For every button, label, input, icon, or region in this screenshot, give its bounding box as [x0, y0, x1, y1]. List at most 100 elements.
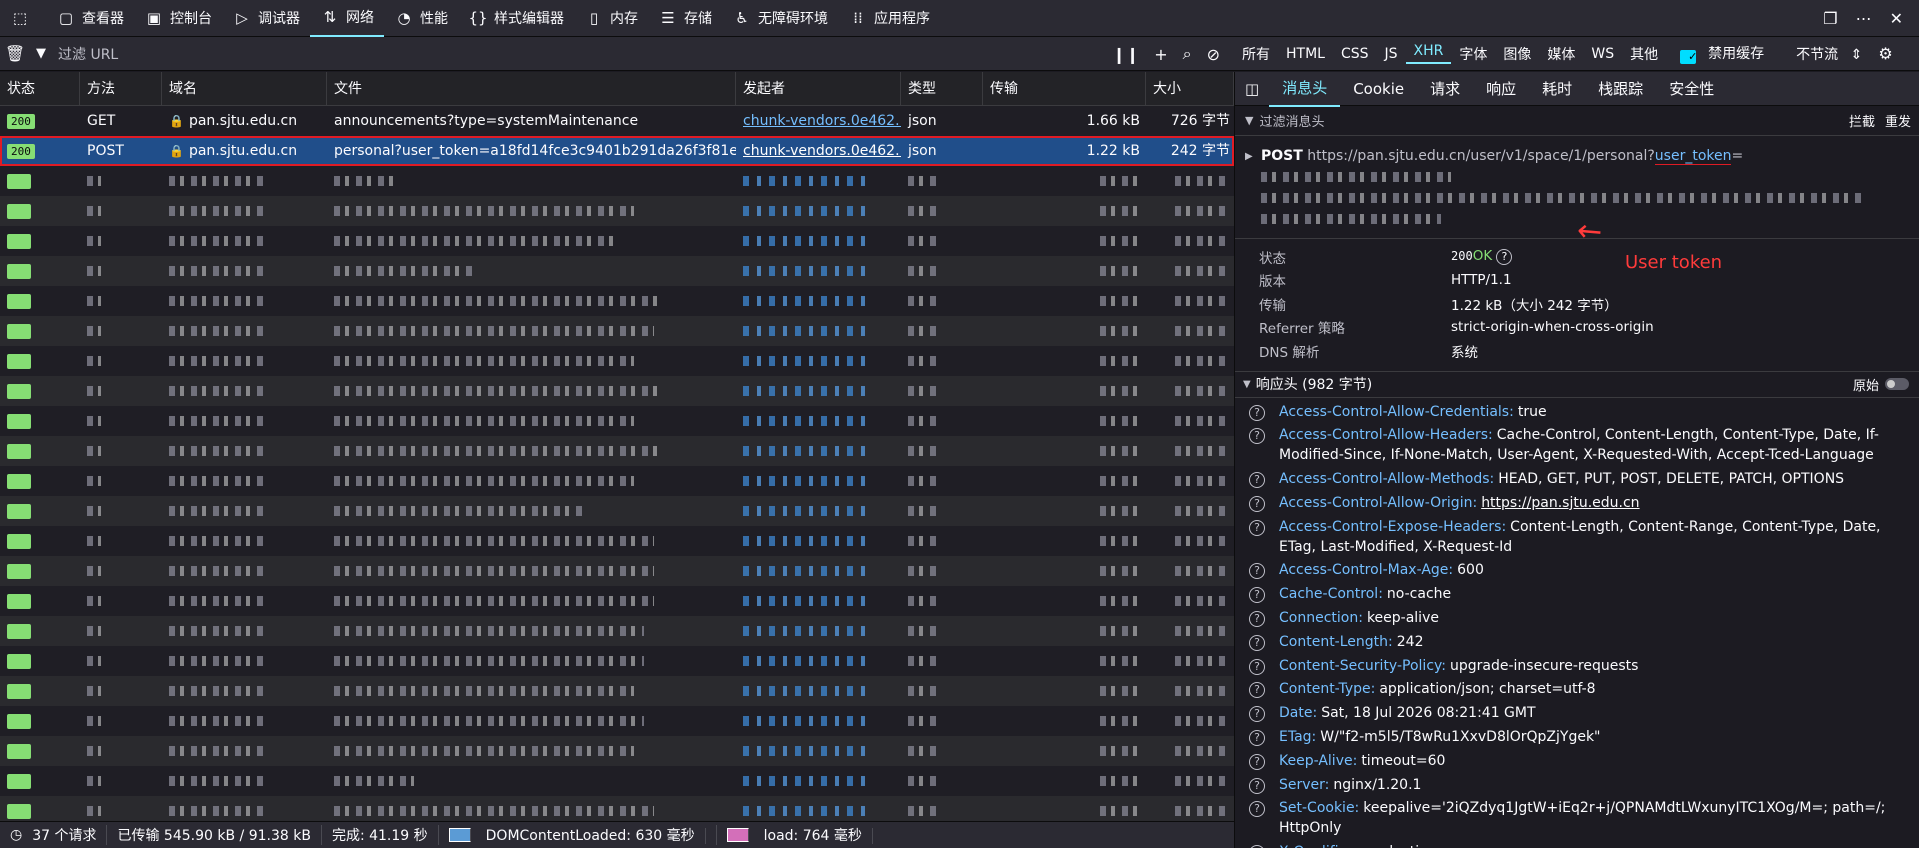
- trash-icon[interactable]: 🗑: [0, 44, 30, 63]
- help-icon[interactable]: ?: [1249, 428, 1265, 445]
- help-icon[interactable]: ?: [1249, 730, 1265, 747]
- initiator-link[interactable]: chunk-vendors.0e462...: [743, 113, 901, 129]
- filter-url-input[interactable]: 过滤 URL: [58, 44, 118, 64]
- help-icon[interactable]: ?: [1496, 249, 1513, 266]
- toggle-sidebar-icon[interactable]: ◫: [1235, 72, 1269, 106]
- type-filter-ws[interactable]: WS: [1583, 46, 1622, 62]
- table-row-redacted[interactable]: [0, 706, 1234, 736]
- throttle-select[interactable]: 不节流 ⇕: [1780, 44, 1870, 64]
- table-row-redacted[interactable]: [0, 316, 1234, 346]
- element-picker-button[interactable]: ⬚: [0, 0, 46, 37]
- help-icon[interactable]: ?: [1249, 753, 1265, 770]
- help-icon[interactable]: ?: [1249, 472, 1265, 489]
- tab-request[interactable]: 请求: [1417, 72, 1473, 106]
- header-name: Access-Control-Max-Age:: [1279, 562, 1454, 579]
- help-icon[interactable]: ?: [1249, 587, 1265, 604]
- tab-storage[interactable]: ☰ 存储: [648, 0, 722, 37]
- tab-response[interactable]: 响应: [1473, 72, 1529, 106]
- more-options-icon[interactable]: ⋯: [1856, 9, 1872, 28]
- type-filter-all[interactable]: 所有: [1234, 44, 1278, 64]
- help-icon[interactable]: ?: [1249, 611, 1265, 628]
- settings-gear-icon[interactable]: ⚙: [1870, 44, 1900, 63]
- tab-accessibility[interactable]: ♿ 无障碍环境: [722, 0, 838, 37]
- tab-headers[interactable]: 消息头: [1269, 72, 1341, 107]
- table-row-redacted[interactable]: [0, 376, 1234, 406]
- tab-network[interactable]: ⇅ 网络: [310, 0, 384, 37]
- pause-icon[interactable]: ❙❙: [1112, 45, 1139, 64]
- table-row[interactable]: 200 GET 🔒 pan.sjtu.edu.cn announcements?t…: [0, 106, 1234, 136]
- block-icon[interactable]: ⊘: [1207, 45, 1220, 64]
- table-row-redacted[interactable]: [0, 406, 1234, 436]
- tab-security[interactable]: 安全性: [1656, 72, 1727, 106]
- help-icon[interactable]: ?: [1249, 634, 1265, 651]
- col-initiator[interactable]: 发起者: [736, 72, 901, 106]
- table-row-redacted[interactable]: [0, 526, 1234, 556]
- table-row-redacted[interactable]: [0, 166, 1234, 196]
- col-method[interactable]: 方法: [80, 72, 162, 106]
- help-icon[interactable]: ?: [1249, 519, 1265, 536]
- search-icon[interactable]: ⌕: [1183, 44, 1192, 64]
- tab-cookie[interactable]: Cookie: [1340, 72, 1417, 106]
- table-row-redacted[interactable]: [0, 226, 1234, 256]
- col-status[interactable]: 状态: [0, 72, 80, 106]
- tab-application[interactable]: ⁞⁞ 应用程序: [838, 0, 940, 37]
- help-icon[interactable]: ?: [1249, 682, 1265, 699]
- table-row-redacted[interactable]: [0, 196, 1234, 226]
- close-icon[interactable]: ✕: [1890, 9, 1903, 28]
- help-icon[interactable]: ?: [1249, 801, 1265, 818]
- tab-stack-trace[interactable]: 栈跟踪: [1585, 72, 1656, 106]
- filter-headers-input[interactable]: 过滤消息头: [1259, 111, 1324, 130]
- add-icon[interactable]: +: [1154, 45, 1167, 64]
- table-row-redacted[interactable]: [0, 466, 1234, 496]
- resend-button[interactable]: 重发: [1885, 111, 1911, 130]
- type-filter-font[interactable]: 字体: [1451, 44, 1495, 64]
- help-icon[interactable]: ?: [1249, 563, 1265, 580]
- table-row-redacted[interactable]: [0, 766, 1234, 796]
- tab-console[interactable]: ▣ 控制台: [134, 0, 222, 37]
- block-button[interactable]: 拦截: [1849, 111, 1875, 130]
- table-row-redacted[interactable]: [0, 586, 1234, 616]
- help-icon[interactable]: ?: [1249, 706, 1265, 723]
- initiator-link[interactable]: chunk-vendors.0e462...: [743, 143, 901, 159]
- tab-performance[interactable]: ◔ 性能: [384, 0, 458, 37]
- tab-style-editor[interactable]: {} 样式编辑器: [458, 0, 574, 37]
- tab-timings[interactable]: 耗时: [1529, 72, 1585, 106]
- col-transferred[interactable]: 传输: [983, 72, 1146, 106]
- table-row-redacted[interactable]: [0, 796, 1234, 821]
- col-type[interactable]: 类型: [901, 72, 983, 106]
- table-row-redacted[interactable]: [0, 286, 1234, 316]
- type-filter-media[interactable]: 媒体: [1539, 44, 1583, 64]
- help-icon[interactable]: ?: [1249, 495, 1265, 512]
- help-icon[interactable]: ?: [1249, 658, 1265, 675]
- table-row-redacted[interactable]: [0, 646, 1234, 676]
- table-row-redacted[interactable]: [0, 256, 1234, 286]
- col-domain[interactable]: 域名: [162, 72, 327, 106]
- table-row-redacted[interactable]: [0, 616, 1234, 646]
- type-filter-other[interactable]: 其他: [1622, 44, 1666, 64]
- table-row-redacted[interactable]: [0, 436, 1234, 466]
- dock-icon[interactable]: ❐: [1823, 9, 1837, 28]
- table-row-redacted[interactable]: [0, 346, 1234, 376]
- table-row-selected[interactable]: 200 POST 🔒 pan.sjtu.edu.cn personal?user_…: [0, 136, 1234, 166]
- response-headers-section[interactable]: ▼ 响应头 (982 字节) 原始: [1235, 370, 1919, 398]
- type-filter-css[interactable]: CSS: [1333, 46, 1377, 62]
- raw-toggle[interactable]: [1885, 378, 1909, 390]
- help-icon[interactable]: ?: [1249, 404, 1265, 421]
- tab-debugger[interactable]: ▷ 调试器: [222, 0, 310, 37]
- col-file[interactable]: 文件: [327, 72, 736, 106]
- table-row-redacted[interactable]: [0, 736, 1234, 766]
- type-filter-xhr[interactable]: XHR: [1405, 43, 1452, 64]
- type-filter-html[interactable]: HTML: [1278, 46, 1333, 62]
- col-size[interactable]: 大小: [1146, 72, 1234, 106]
- expand-arrow-icon[interactable]: ▶: [1245, 146, 1253, 167]
- tab-memory[interactable]: ▯ 内存: [574, 0, 648, 37]
- disable-cache-checkbox[interactable]: ✓ 禁用缓存: [1672, 43, 1780, 64]
- table-row-redacted[interactable]: [0, 496, 1234, 526]
- help-icon[interactable]: ?: [1249, 777, 1265, 794]
- type-filter-image[interactable]: 图像: [1495, 44, 1539, 64]
- table-row-redacted[interactable]: [0, 556, 1234, 586]
- tab-inspector[interactable]: ▢ 查看器: [46, 0, 134, 37]
- table-row-redacted[interactable]: [0, 676, 1234, 706]
- stopwatch-icon[interactable]: ◷: [0, 827, 22, 843]
- type-filter-js[interactable]: JS: [1377, 46, 1406, 62]
